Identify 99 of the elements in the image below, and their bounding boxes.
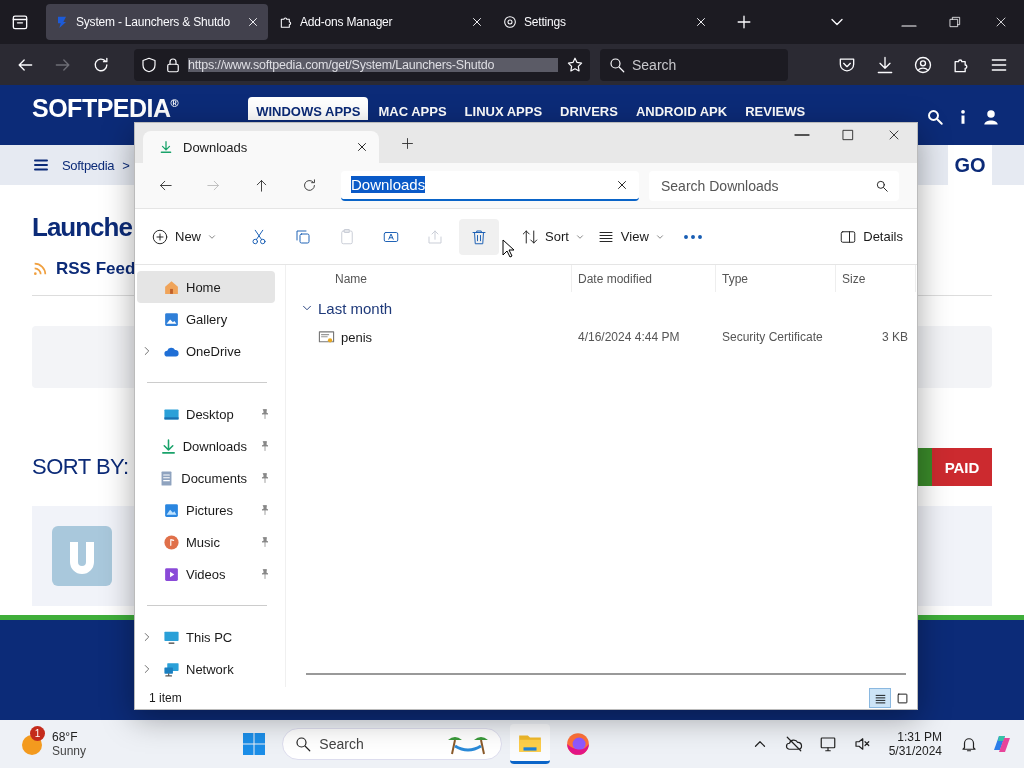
close-icon[interactable]: [694, 15, 708, 29]
four-squares-icon: [242, 732, 267, 756]
column-header[interactable]: Type: [716, 265, 836, 292]
site-logo[interactable]: SOFTPEDIA$^{®}$: [32, 97, 179, 120]
breadcrumb-separator: >: [122, 157, 130, 173]
app-icon: [52, 526, 112, 586]
sidebar-item[interactable]: Home: [137, 271, 275, 303]
delete-button[interactable]: [459, 218, 499, 255]
gallery-icon: [163, 310, 180, 328]
sidebar-item[interactable]: Music: [137, 526, 275, 558]
minimize-icon: [901, 24, 917, 27]
clock-time[interactable]: 1:31 PM: [897, 730, 942, 744]
sidebar-item[interactable]: Downloads: [137, 430, 275, 462]
lock-icon: [164, 55, 182, 74]
sidebar-item[interactable]: Desktop: [137, 398, 275, 430]
search-field[interactable]: Search Downloads: [649, 170, 899, 201]
address-field[interactable]: Downloads: [341, 170, 639, 201]
column-header[interactable]: Name: [296, 265, 572, 292]
address-bar[interactable]: https://www.softpedia.com/get/System/Launchers-Shutdo: [134, 48, 590, 81]
download-icon: [159, 437, 177, 455]
sidebar-item[interactable]: Network: [137, 653, 275, 685]
site-nav-link[interactable]: REVIEWS: [737, 97, 814, 120]
download-icon: [159, 140, 173, 154]
square-icon: [894, 690, 910, 706]
temperature: 68°F: [52, 730, 79, 744]
site-nav-link[interactable]: MAC APPS: [370, 97, 455, 120]
group-header[interactable]: Last month: [296, 292, 916, 324]
clock-date[interactable]: 5/31/2024: [888, 744, 942, 758]
sidebar-item[interactable]: Videos: [137, 558, 275, 590]
tab-title: System - Launchers & Shutdo: [76, 15, 232, 29]
browser-tab[interactable]: System - Launchers & Shutdo: [46, 4, 268, 40]
browser-tab[interactable]: Add-ons Manager: [270, 4, 492, 40]
column-header[interactable]: Size: [836, 265, 916, 292]
go-button[interactable]: GO: [948, 145, 992, 185]
bell-icon[interactable]: [960, 735, 978, 753]
fox-globe-icon: [565, 731, 592, 757]
paid-filter-button[interactable]: PAID: [932, 448, 992, 486]
url-text: https://www.softpedia.com/get/System/Launchers-Shutdo: [188, 57, 558, 72]
scrollbar[interactable]: [306, 673, 906, 675]
monitor-icon[interactable]: [818, 735, 837, 753]
puzzle-icon: [278, 14, 294, 30]
breadcrumb-link[interactable]: Softpedia: [62, 157, 115, 173]
view-button[interactable]: View: [592, 218, 669, 255]
column-header[interactable]: Date modified: [572, 265, 716, 292]
shield-icon: [140, 55, 158, 74]
sidebar-item[interactable]: OneDrive: [137, 335, 275, 367]
search-icon: [875, 178, 889, 193]
status-text: 1 item: [149, 691, 182, 705]
minimize-icon: [794, 134, 810, 136]
file-name[interactable]: penis: [341, 329, 373, 345]
sidebar-item[interactable]: This PC: [137, 621, 275, 653]
sidebar-item[interactable]: Pictures: [137, 494, 275, 526]
close-icon[interactable]: [246, 15, 260, 29]
search-icon: [294, 735, 313, 753]
rss-icon: [32, 261, 48, 277]
search-field[interactable]: Search: [600, 48, 788, 81]
site-nav-link[interactable]: LINUX APPS: [456, 97, 551, 120]
download-icon: [875, 54, 895, 75]
site-nav-link[interactable]: DRIVERS: [552, 97, 626, 120]
house-icon: [163, 278, 180, 296]
search-icon: [608, 55, 626, 74]
picture-icon: [163, 501, 180, 519]
cloud-off-icon[interactable]: [784, 735, 803, 753]
page-heading: Launche: [32, 210, 132, 244]
close-icon[interactable]: [470, 15, 484, 29]
network-icon: [163, 660, 180, 678]
sidebar-item[interactable]: Gallery: [137, 303, 275, 335]
table-cell-text: 3 KB: [881, 330, 909, 344]
tab-title: Add-ons Manager: [300, 15, 394, 29]
site-nav-link[interactable]: ANDROID APK: [627, 97, 736, 120]
restore-icon: [947, 14, 963, 30]
table-cell-text: Security Certificate: [721, 330, 824, 344]
details-view-button[interactable]: [869, 688, 891, 708]
video-icon: [163, 565, 180, 583]
music-icon: [163, 533, 180, 551]
browser-tab[interactable]: Settings: [494, 4, 716, 40]
speaker-muted-icon[interactable]: [852, 735, 871, 753]
maximize-icon: [840, 127, 856, 143]
user-icon[interactable]: [982, 108, 1000, 126]
rss-feed-link[interactable]: RSS Feed: [56, 259, 136, 279]
table-cell-text: 4/16/2024 4:44 PM: [577, 330, 681, 344]
weather-condition: Sunny: [52, 744, 87, 758]
file-explorer-button[interactable]: [510, 724, 551, 764]
close-icon[interactable]: [355, 140, 369, 154]
search-icon[interactable]: [926, 108, 944, 126]
tab-title: Downloads: [183, 139, 249, 155]
mouse-cursor-icon: [502, 239, 514, 259]
star-icon[interactable]: [566, 55, 584, 74]
site-nav-link[interactable]: WINDOWS APPS: [248, 97, 369, 120]
sort-button[interactable]: Sort: [517, 218, 589, 255]
account-icon: [913, 54, 933, 75]
tab-title: Settings: [524, 15, 567, 29]
sort-by-label: SORT BY:: [32, 454, 129, 480]
new-button[interactable]: New: [147, 218, 221, 255]
taskbar-search-field[interactable]: Search: [282, 728, 503, 760]
notification-badge: 1: [30, 726, 45, 741]
sidebar-item[interactable]: Documents: [137, 462, 275, 494]
details-button[interactable]: Details: [835, 218, 907, 255]
explorer-tab[interactable]: Downloads: [143, 131, 379, 163]
